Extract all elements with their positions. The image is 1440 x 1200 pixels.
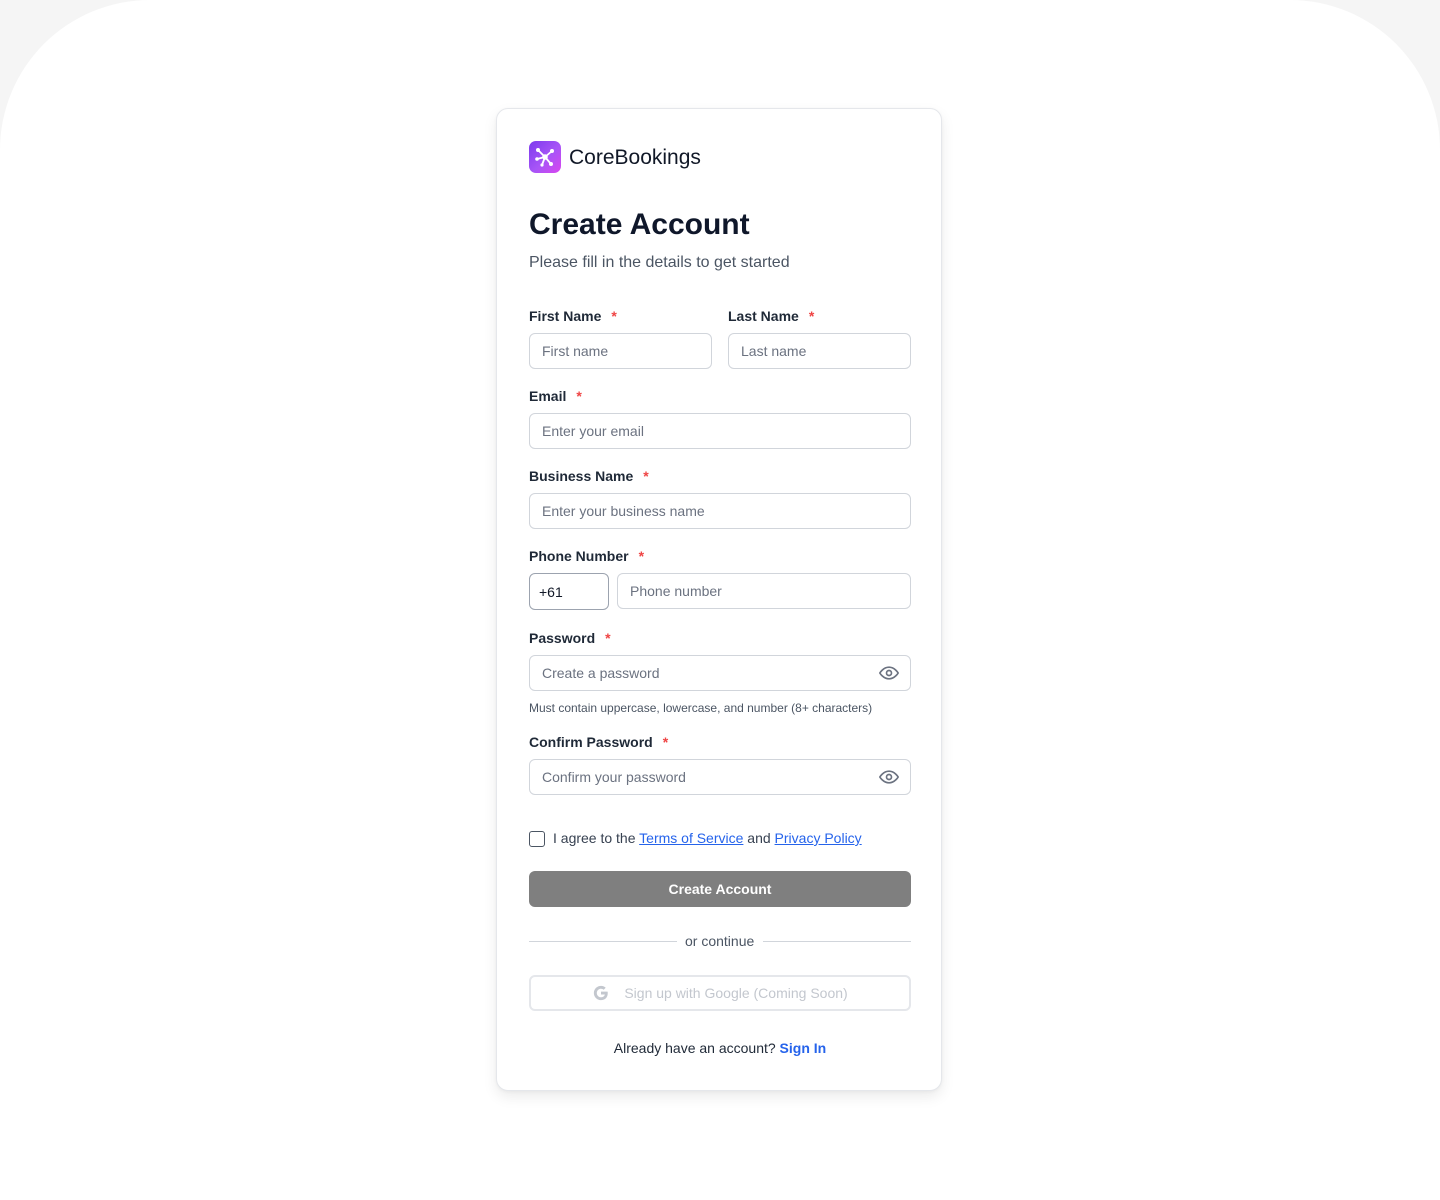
brand-logo [529,141,561,173]
signup-card: CoreBookings Create Account Please fill … [496,108,942,1091]
page-background: CoreBookings Create Account Please fill … [0,0,1440,1200]
terms-conjunction: and [747,830,771,846]
signin-prompt-row: Already have an account? Sign In [497,1038,943,1058]
required-marker: * [611,308,617,324]
page-title: Create Account [529,208,750,241]
last-name-label: Last Name * [728,307,814,325]
terms-checkbox[interactable] [529,831,545,847]
terms-prefix: I agree to the [553,830,636,846]
sign-in-link[interactable]: Sign In [780,1040,827,1056]
email-input[interactable] [529,413,911,449]
last-name-label-text: Last Name [728,308,799,324]
show-password-toggle[interactable] [879,663,899,683]
network-nodes-icon [535,148,554,167]
email-label: Email * [529,387,582,405]
required-marker: * [638,548,645,564]
required-marker: * [808,308,815,324]
divider-line-left [529,941,677,942]
show-confirm-password-toggle[interactable] [879,767,899,787]
confirm-password-input[interactable] [529,759,911,795]
signin-prompt: Already have an account? [613,1040,776,1056]
password-hint: Must contain uppercase, lowercase, and n… [529,701,873,715]
phone-label: Phone Number * [529,547,644,565]
first-name-label-text: First Name [529,308,602,324]
page-subtitle: Please fill in the details to get starte… [529,254,790,271]
email-label-text: Email [529,388,567,404]
google-signup-button[interactable]: Sign up with Google (Coming Soon) [529,975,911,1011]
required-marker: * [643,468,649,484]
password-input[interactable] [529,655,911,691]
eye-icon [879,770,899,784]
terms-agreement: I agree to the Terms of Service and Priv… [553,828,862,848]
confirm-password-label: Confirm Password * [529,733,668,751]
phone-number-input[interactable] [617,573,911,609]
create-account-button[interactable]: Create Account [529,871,911,907]
divider-text: or continue [685,933,755,949]
brand-name: CoreBookings [569,146,701,169]
business-name-label-text: Business Name [529,468,634,484]
google-signup-label: Sign up with Google (Coming Soon) [624,985,848,1001]
last-name-input[interactable] [728,333,911,369]
first-name-label: First Name * [529,307,617,325]
divider-line-right [763,941,911,942]
business-name-input[interactable] [529,493,911,529]
required-marker: * [662,734,669,750]
phone-label-text: Phone Number [529,548,629,564]
first-name-input[interactable] [529,333,712,369]
confirm-password-label-text: Confirm Password [529,734,653,750]
required-marker: * [605,630,611,646]
password-label: Password * [529,629,611,647]
password-label-text: Password [529,630,596,646]
business-name-label: Business Name * [529,467,649,485]
google-icon [594,985,609,1001]
privacy-policy-link[interactable]: Privacy Policy [775,830,862,846]
eye-icon [879,666,899,680]
terms-of-service-link[interactable]: Terms of Service [639,830,743,846]
country-code-input[interactable] [529,573,609,610]
required-marker: * [576,388,582,404]
